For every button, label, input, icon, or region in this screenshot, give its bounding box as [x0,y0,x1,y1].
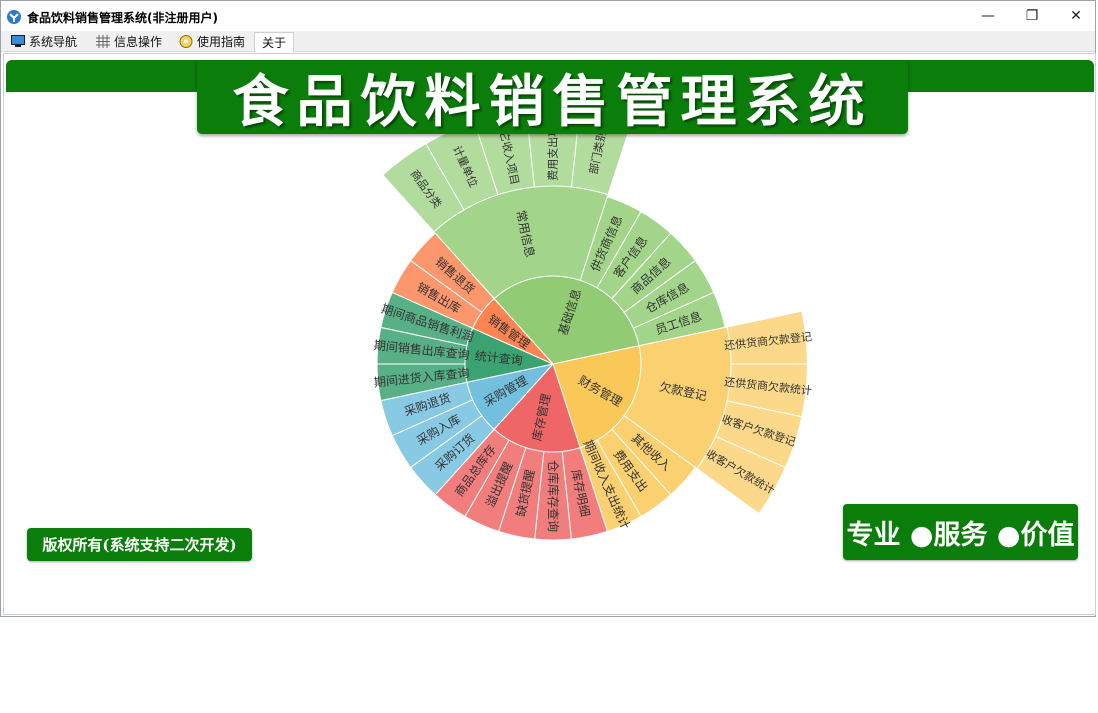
slogan-badge: 专业 ●服务 ●价值 [843,504,1078,560]
tab-label: 关于 [262,36,287,50]
tab-user-guide[interactable]: 使用指南 [179,32,245,51]
restore-button[interactable]: ❐ [1009,1,1055,31]
tab-info-operations[interactable]: 信息操作 [96,32,162,51]
title-bar: 食品饮料销售管理系统(非注册用户) — ❐ ✕ [1,1,1095,31]
app-logo-icon [7,10,21,24]
tab-label: 使用指南 [197,35,246,49]
menu-bar: 系统导航 信息操作 使用指南 关于 [1,31,1095,52]
copyright-text: 版权所有(系统支持二次开发) [42,536,237,554]
close-button[interactable]: ✕ [1053,1,1098,31]
window-title: 食品饮料销售管理系统(非注册用户) [27,11,218,25]
tab-label: 信息操作 [114,35,163,49]
main-content: 基础信息 常用信息 商品分类 计量单位 其它收入项目 费用支出项目 部门类别 供货商信息 客户信… [3,53,1096,615]
grid-icon [96,35,110,48]
app-window: 食品饮料销售管理系统(非注册用户) — ❐ ✕ 系统导航 信息操作 使用指南 关… [0,0,1096,617]
minimize-button[interactable]: — [965,1,1011,31]
app-banner: 食品饮料销售管理系统 [197,61,908,135]
monitor-icon [11,35,25,48]
tab-system-navigation[interactable]: 系统导航 [11,32,77,51]
guide-icon [179,35,193,48]
sunburst-sub-label: 仓库库存查询 [546,460,561,532]
copyright-badge: 版权所有(系统支持二次开发) [27,528,252,561]
tab-about[interactable]: 关于 [254,32,295,52]
tab-label: 系统导航 [29,35,78,49]
slogan-text: 专业 ●服务 ●价值 [846,519,1075,551]
banner-title: 食品饮料销售管理系统 [232,70,873,135]
